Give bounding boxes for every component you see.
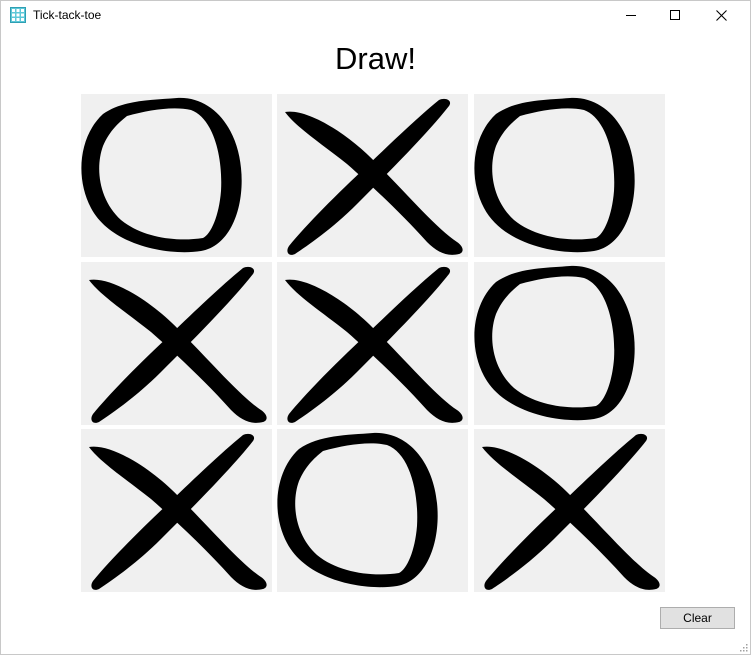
board-cell-8[interactable]	[277, 429, 468, 592]
game-status-label: Draw!	[335, 41, 416, 76]
o-mark-icon	[277, 432, 438, 588]
game-window: Tick-tack-toe Draw! Clear	[0, 0, 751, 655]
o-mark-icon	[81, 97, 242, 253]
window-title: Tick-tack-toe	[33, 8, 102, 22]
maximize-button[interactable]	[652, 1, 698, 29]
grid-app-icon	[10, 7, 26, 23]
x-mark-icon	[285, 266, 463, 423]
x-mark-icon	[89, 433, 267, 590]
board-cell-4[interactable]	[81, 262, 272, 425]
board-cell-5[interactable]	[277, 262, 468, 425]
x-mark-icon	[285, 98, 463, 255]
o-mark-icon	[474, 97, 635, 253]
x-mark-icon	[89, 266, 267, 423]
resize-grip-icon[interactable]	[738, 642, 748, 652]
x-mark-icon	[482, 433, 660, 590]
board-cell-9[interactable]	[474, 429, 665, 592]
maximize-icon	[670, 10, 680, 20]
o-mark-icon	[474, 265, 635, 421]
close-button[interactable]	[698, 1, 744, 29]
board-cell-1[interactable]	[81, 94, 272, 257]
title-bar[interactable]: Tick-tack-toe	[1, 1, 750, 29]
board-cell-2[interactable]	[277, 94, 468, 257]
close-icon	[715, 9, 727, 21]
clear-button[interactable]: Clear	[660, 607, 735, 629]
board-cell-3[interactable]	[474, 94, 665, 257]
board-cell-6[interactable]	[474, 262, 665, 425]
minimize-icon	[626, 15, 636, 16]
minimize-button[interactable]	[608, 1, 654, 29]
board-cell-7[interactable]	[81, 429, 272, 592]
game-board	[81, 94, 665, 592]
